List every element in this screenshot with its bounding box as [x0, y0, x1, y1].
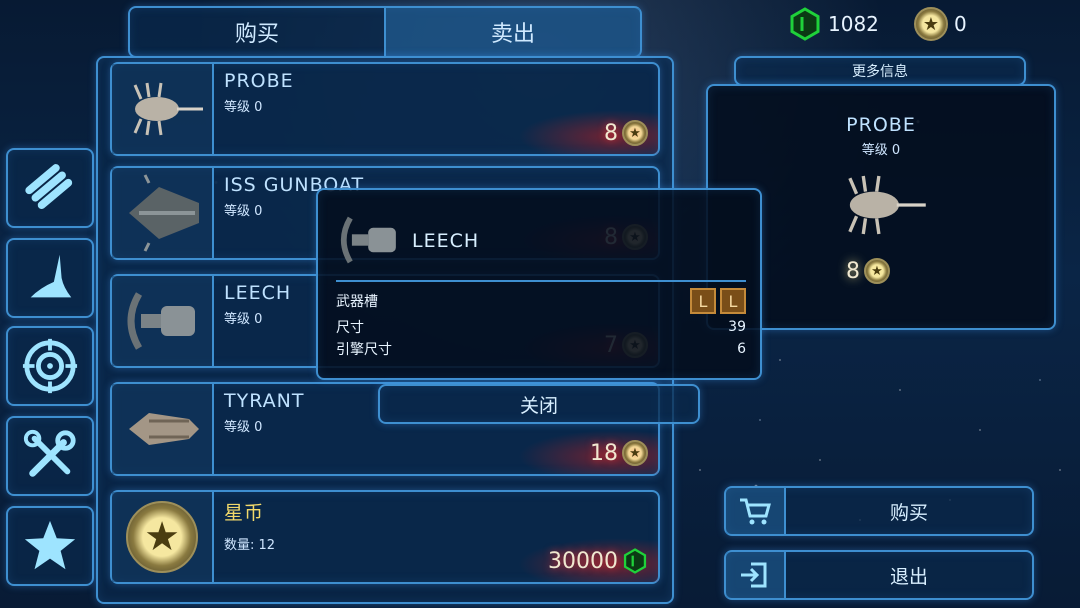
tools-icon	[23, 429, 76, 477]
credit-hex-icon	[623, 548, 647, 574]
popup-row-size: 尺寸 39	[336, 316, 746, 338]
ship-hull-icon	[30, 254, 72, 298]
item-level: 等级 0	[224, 312, 263, 327]
probe-ship-preview-icon	[848, 175, 926, 235]
info-price-value: 8	[846, 258, 860, 284]
size-label: 尺寸	[336, 320, 364, 336]
item-thumbnail	[112, 168, 214, 258]
star-coin-icon: ★	[864, 258, 890, 284]
side-tab-special[interactable]	[6, 506, 94, 586]
side-tab-hulls[interactable]	[6, 238, 94, 318]
credit-hex-icon	[790, 7, 820, 41]
star-coin-icon: ★	[622, 440, 648, 466]
weapon-slots-label: 武器槽	[336, 294, 378, 310]
engine-size-value: 6	[737, 341, 746, 357]
gunboat-ship-icon	[129, 174, 199, 252]
price-value: 30000	[548, 548, 618, 574]
buy-label: 购买	[889, 501, 928, 524]
popup-ship-name: LEECH	[412, 230, 480, 252]
engine-size-label: 引擎尺寸	[336, 342, 392, 358]
item-name: TYRANT	[224, 390, 305, 412]
credits-value: 1082	[828, 12, 879, 36]
target-icon	[22, 338, 78, 394]
ammo-bundle-icon	[25, 164, 73, 209]
info-price: 8 ★	[846, 258, 890, 284]
item-price: 8 ★	[604, 120, 648, 146]
weapon-slot: L	[720, 288, 746, 314]
price-value: 8	[604, 120, 618, 146]
info-ship-level: 等级 0	[861, 143, 901, 158]
buy-sell-tabs: 购买 卖出	[128, 6, 642, 58]
stars-display: ★ 0	[914, 6, 967, 42]
star-coin-icon: ★	[622, 120, 648, 146]
tab-buy[interactable]: 购买	[130, 8, 384, 56]
star-coin-icon: ★	[126, 501, 198, 573]
weapon-slot: L	[690, 288, 716, 314]
star-coin-icon: ★	[914, 7, 948, 41]
item-level: 等级 0	[224, 420, 263, 435]
item-quantity: 数量: 12	[224, 538, 276, 553]
credits-display: 1082	[788, 6, 879, 42]
popup-row-engine-size: 引擎尺寸 6	[336, 338, 746, 360]
item-thumbnail	[112, 384, 214, 474]
list-item-probe[interactable]: PROBE 等级 0 8 ★	[110, 62, 660, 156]
star-icon	[24, 520, 76, 570]
item-level: 等级 0	[224, 100, 263, 115]
weapon-slots: L L	[686, 288, 746, 314]
item-name: 星币	[224, 502, 265, 524]
side-tab-weapons[interactable]	[6, 326, 94, 406]
tab-sell[interactable]: 卖出	[384, 8, 640, 56]
stars-value: 0	[954, 12, 967, 36]
side-tab-equipment[interactable]	[6, 416, 94, 496]
item-level: 等级 0	[224, 204, 263, 219]
list-item-star-coins[interactable]: ★ 星币 数量: 12 30000	[110, 490, 660, 584]
exit-icon	[741, 562, 767, 588]
exit-label: 退出	[889, 565, 928, 588]
item-name: LEECH	[224, 282, 292, 304]
more-info-button[interactable]: 更多信息	[734, 56, 1026, 86]
item-price: 18 ★	[590, 440, 648, 466]
item-thumbnail	[112, 276, 214, 366]
item-price: 30000	[548, 548, 648, 574]
item-thumbnail: ★	[112, 492, 214, 582]
buy-button[interactable]: 购买	[724, 486, 1034, 536]
tyrant-ship-icon	[129, 413, 199, 445]
item-thumbnail	[112, 64, 214, 154]
cart-icon	[740, 498, 771, 525]
popup-row-weapon-slots: 武器槽 L L	[336, 288, 746, 314]
item-name: PROBE	[224, 70, 294, 92]
info-ship-name: PROBE	[846, 114, 916, 136]
probe-ship-icon	[133, 82, 203, 136]
close-button[interactable]: 关闭	[378, 384, 700, 424]
size-value: 39	[728, 319, 746, 335]
exit-button[interactable]: 退出	[724, 550, 1034, 600]
side-tab-ammo[interactable]	[6, 148, 94, 228]
price-value: 18	[590, 440, 618, 466]
leech-ship-icon	[127, 292, 195, 350]
leech-ship-icon	[340, 216, 396, 264]
popup-divider	[336, 280, 746, 282]
